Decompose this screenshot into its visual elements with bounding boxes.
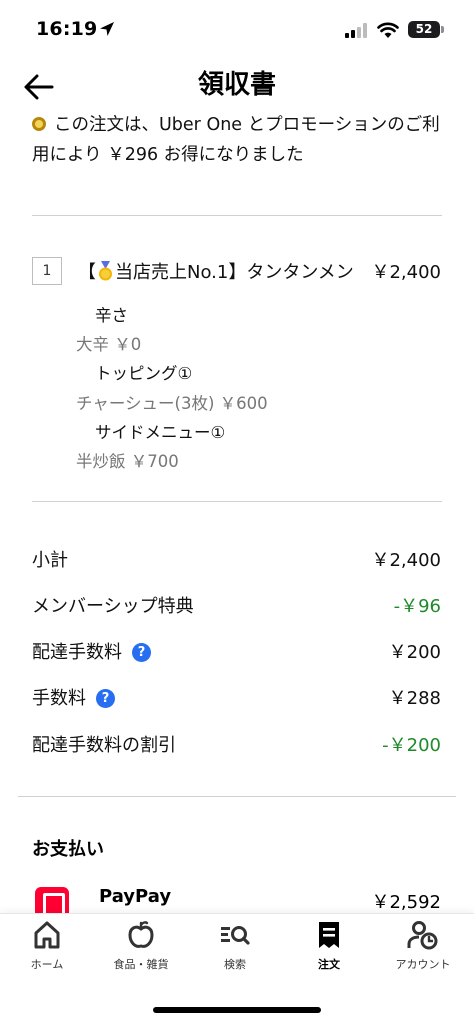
item-quantity: 1 [32, 257, 62, 285]
item-price: ￥2,400 [371, 262, 441, 283]
cellular-signal-icon [345, 23, 367, 38]
subtotal-value: ￥2,400 [371, 550, 441, 571]
service-fee-text: 手数料 [32, 688, 86, 709]
delivery-fee-help-icon[interactable]: ? [132, 643, 151, 662]
item-name-prefix: 【 [78, 262, 96, 283]
option-value: 大辛 ￥0 [76, 335, 142, 354]
item-name: 【 当店売上No.1】タンタンメン [78, 258, 354, 284]
membership-benefit-label: メンバーシップ特典 [32, 596, 194, 617]
receipt-icon [319, 922, 339, 948]
item-name-text: 当店売上No.1】タンタンメン [115, 262, 354, 283]
home-indicator [153, 1007, 321, 1013]
uber-one-icon [32, 117, 46, 131]
battery-tip [441, 26, 444, 33]
promo-message: この注文は、Uber One とプロモーションのご利用により ￥296 お得にな… [32, 110, 448, 170]
status-bar: 16:19 52 [0, 0, 474, 56]
home-icon [34, 921, 60, 949]
divider [32, 215, 442, 216]
payment-amount: ￥2,592 [371, 892, 441, 913]
delivery-fee-label: 配達手数料? [32, 638, 151, 664]
wifi-icon [377, 22, 399, 38]
first-place-medal-icon [99, 261, 112, 281]
divider [18, 796, 456, 797]
delivery-discount-value: -￥200 [382, 735, 441, 756]
payment-method: PayPay [99, 886, 172, 907]
delivery-fee-value: ￥200 [388, 642, 441, 663]
tab-grocery[interactable]: 食品・雑貨 [94, 920, 188, 972]
subtotal-label: 小計 [32, 550, 68, 571]
service-fee-help-icon[interactable]: ? [96, 689, 115, 708]
tab-label: 食品・雑貨 [113, 958, 169, 971]
divider [32, 501, 442, 502]
option-value: 半炒飯 ￥700 [76, 452, 179, 471]
tab-account[interactable]: アカウント [376, 920, 470, 972]
promo-text: この注文は、Uber One とプロモーションのご利用により ￥296 お得にな… [32, 115, 440, 165]
option-heading: 辛さ [95, 306, 128, 325]
membership-benefit-value: -￥96 [393, 596, 441, 617]
tab-orders[interactable]: 注文 [282, 920, 376, 972]
page-title: 領収書 [197, 70, 276, 100]
option-heading: サイドメニュー① [95, 423, 226, 442]
service-fee-label: 手数料? [32, 684, 115, 710]
tab-label: アカウント [395, 958, 451, 971]
status-time: 16:19 [36, 18, 98, 40]
apple-icon [128, 921, 154, 948]
location-arrow-icon [100, 22, 114, 36]
account-icon [407, 921, 438, 950]
delivery-fee-text: 配達手数料 [32, 642, 122, 663]
option-value: チャーシュー(3枚) ￥600 [76, 394, 268, 413]
search-icon [221, 926, 250, 945]
payment-heading: お支払い [32, 839, 104, 860]
tab-label: 検索 [224, 958, 246, 971]
battery-level: 52 [408, 21, 440, 38]
option-heading: トッピング① [95, 364, 193, 383]
tab-label: ホーム [30, 958, 64, 971]
tab-search[interactable]: 検索 [188, 920, 282, 972]
delivery-discount-label: 配達手数料の割引 [32, 735, 176, 756]
service-fee-value: ￥288 [388, 688, 441, 709]
tab-home[interactable]: ホーム [0, 920, 94, 972]
tab-label: 注文 [318, 958, 340, 971]
